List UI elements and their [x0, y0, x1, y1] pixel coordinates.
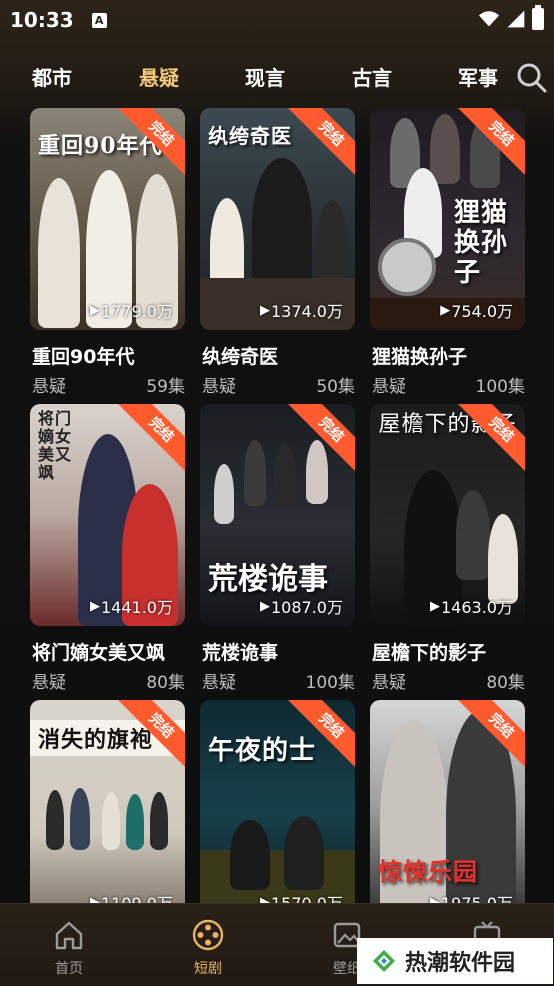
notification-icon: A — [91, 12, 107, 28]
drama-title: 重回90年代 — [32, 346, 135, 368]
wifi-icon — [478, 11, 500, 27]
drama-genre: 悬疑 — [372, 673, 406, 693]
drama-genre: 悬疑 — [202, 377, 236, 397]
poster-title-art: 纨绔奇医 — [208, 124, 292, 148]
tab-xianyan[interactable]: 现言 — [245, 62, 285, 91]
drama-title: 屋檐下的影子 — [372, 642, 487, 664]
drama-episodes: 80集 — [146, 673, 185, 693]
drama-episodes: 100集 — [305, 673, 355, 693]
watermark-badge: 热潮软件园 — [357, 938, 553, 984]
status-icons — [478, 5, 544, 30]
view-count: ▶ 1779.0万 — [90, 298, 173, 322]
drama-poster[interactable]: 狸猫换孙子 完结 ▶ 754.0万 — [370, 108, 525, 330]
drama-episodes: 100集 — [475, 377, 525, 397]
status-bar: 10:33 A — [0, 0, 554, 40]
battery-icon — [532, 5, 544, 30]
drama-poster[interactable]: 重回90年代 完结 ▶ 1779.0万 — [30, 108, 185, 330]
play-icon: ▶ — [430, 598, 440, 614]
view-count: ▶ 1087.0万 — [260, 594, 343, 618]
poster-title-art: 狸猫换孙子 — [454, 198, 509, 288]
drama-episodes: 59集 — [146, 377, 185, 397]
tab-junshi[interactable]: 军事 — [458, 62, 498, 91]
drama-genre: 悬疑 — [372, 377, 406, 397]
poster-title-art: 消失的旗袍 — [38, 727, 154, 753]
nav-item-home[interactable]: 首页 — [29, 918, 109, 978]
drama-meta: 悬疑 59集 — [32, 372, 185, 397]
play-icon: ▶ — [260, 302, 270, 318]
drama-poster[interactable]: 纨绔奇医 完结 ▶ 1374.0万 — [200, 108, 355, 330]
nav-item-shorts[interactable]: 短剧 — [168, 918, 248, 978]
tab-guyan[interactable]: 古言 — [352, 62, 392, 91]
drama-poster[interactable]: 消失的旗袍 完结 ▶ 1109.0万 — [30, 700, 185, 908]
drama-meta: 悬疑 100集 — [372, 372, 525, 397]
drama-genre: 悬疑 — [202, 673, 236, 693]
drama-poster[interactable]: 荒楼诡事 完结 ▶ 1087.0万 — [200, 404, 355, 626]
view-count-value: 1374.0万 — [271, 302, 343, 321]
drama-title: 狸猫换孙子 — [372, 346, 468, 368]
view-count: ▶ 1463.0万 — [430, 594, 513, 618]
app-screen: 10:33 A 都市 悬疑 现言 古言 军事 重回90年代 完结 ▶ 1779.… — [0, 0, 554, 986]
tab-xuanyi[interactable]: 悬疑 — [139, 62, 179, 91]
search-icon[interactable] — [514, 60, 548, 94]
status-time: 10:33 — [10, 8, 74, 32]
play-icon: ▶ — [440, 302, 451, 318]
drama-poster[interactable]: 惊悚乐园 完结 ▶ 1975.0万 — [370, 700, 525, 908]
category-tabs: 都市 悬疑 现言 古言 军事 — [0, 50, 554, 102]
play-icon: ▶ — [260, 598, 270, 614]
drama-title: 将门嫡女美又飒 — [32, 642, 166, 664]
watermark-logo-icon — [373, 950, 395, 972]
drama-genre: 悬疑 — [32, 377, 66, 397]
view-count: ▶ 754.0万 — [440, 298, 513, 322]
drama-meta: 悬疑 100集 — [202, 668, 355, 693]
view-count-value: 754.0万 — [451, 302, 513, 321]
poster-title-art: 将门嫡女美又飒 — [38, 409, 73, 482]
nav-label: 短剧 — [194, 961, 222, 977]
view-count-value: 1087.0万 — [271, 598, 343, 617]
play-icon: ▶ — [90, 302, 100, 318]
nav-label: 首页 — [55, 961, 83, 977]
drama-poster[interactable]: 屋檐下的影子 完结 ▶ 1463.0万 — [370, 404, 525, 626]
home-icon — [55, 921, 83, 950]
view-count: ▶ 1374.0万 — [260, 298, 343, 322]
drama-meta: 悬疑 50集 — [202, 372, 355, 397]
drama-episodes: 80集 — [486, 673, 525, 693]
poster-title-art: 午夜的士 — [208, 736, 317, 766]
drama-episodes: 50集 — [316, 377, 355, 397]
drama-meta: 悬疑 80集 — [32, 668, 185, 693]
signal-icon — [507, 10, 525, 28]
view-count-value: 1441.0万 — [101, 598, 173, 617]
tab-dushi[interactable]: 都市 — [32, 62, 72, 91]
view-count-value: 1779.0万 — [101, 302, 173, 321]
watermark-text: 热潮软件园 — [405, 951, 516, 976]
drama-meta: 悬疑 80集 — [372, 668, 525, 693]
play-icon: ▶ — [90, 598, 100, 614]
drama-poster[interactable]: 将门嫡女美又飒 完结 ▶ 1441.0万 — [30, 404, 185, 626]
drama-title: 荒楼诡事 — [202, 642, 279, 664]
film-reel-icon — [192, 919, 224, 951]
poster-title-art: 荒楼诡事 — [208, 562, 328, 597]
drama-poster[interactable]: 午夜的士 完结 ▶ 1570.0万 — [200, 700, 355, 908]
view-count-value: 1463.0万 — [441, 598, 513, 617]
drama-title: 纨绔奇医 — [202, 346, 279, 368]
drama-genre: 悬疑 — [32, 673, 66, 693]
view-count: ▶ 1441.0万 — [90, 594, 173, 618]
drama-grid: 重回90年代 完结 ▶ 1779.0万 重回90年代 悬疑 59集 纨绔奇医 完结… — [0, 108, 554, 908]
poster-title-art: 惊悚乐园 — [378, 857, 478, 886]
